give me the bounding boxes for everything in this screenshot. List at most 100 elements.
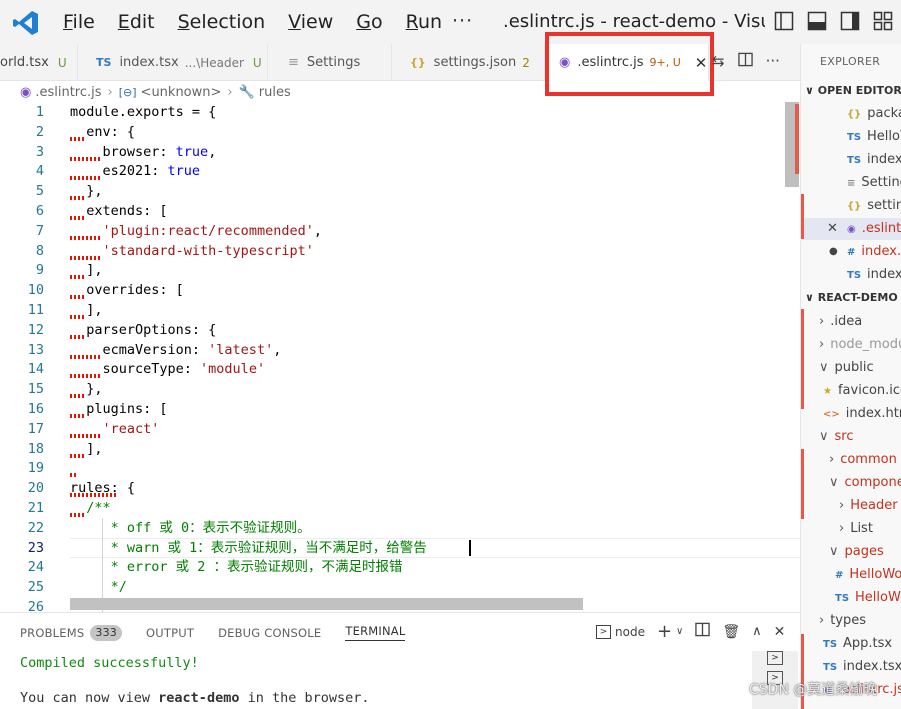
tree-item[interactable]: ∨ pages: [829, 541, 884, 563]
tab-index-tsx[interactable]: TS index.tsx ...\Header U: [78, 44, 268, 81]
settings-file-icon: ≡: [288, 55, 299, 70]
new-terminal-icon[interactable]: +: [657, 621, 672, 642]
breadcrumb-rules[interactable]: rules: [259, 85, 291, 100]
open-editor-item[interactable]: {} package.json: [801, 103, 901, 125]
menu-run[interactable]: Run: [406, 11, 442, 33]
trash-icon[interactable]: 🗑: [722, 624, 740, 640]
chevron-down-icon[interactable]: ∨: [676, 626, 683, 637]
split-editor-icon[interactable]: [737, 52, 753, 71]
more-menu-button[interactable]: ···: [452, 10, 473, 32]
tree-item[interactable]: › node_modules: [819, 334, 901, 356]
vscode-window: File Edit Selection View Go Run ··· .esl…: [0, 0, 901, 709]
tree-item[interactable]: ∨ components: [829, 472, 901, 494]
open-editor-item[interactable]: ≡ Settings: [801, 172, 901, 194]
tab-settings-json[interactable]: {} settings.json 2: [392, 44, 545, 81]
terminal-instance-icon[interactable]: >: [767, 651, 783, 665]
code-line: 5 },: [0, 181, 800, 201]
code-editor[interactable]: 1 module.exports = {2 env: {3 browser: tr…: [0, 102, 800, 612]
split-terminal-icon[interactable]: [695, 622, 711, 641]
error-squiggle: [70, 176, 103, 181]
terminal-shell-label: node: [615, 624, 645, 639]
project-section[interactable]: ∨ REACT-DEMO: [805, 291, 898, 304]
tree-item[interactable]: › List: [839, 518, 873, 540]
file-label: package.json: [867, 106, 901, 121]
line-number: 5: [35, 183, 44, 200]
terminal-text: You can now view: [20, 690, 159, 706]
tab-settings[interactable]: ≡ Settings: [268, 44, 392, 81]
open-editor-item[interactable]: TS HelloWorld.tsx: [801, 126, 901, 148]
error-squiggle: [70, 156, 103, 161]
git-change-bar: [801, 194, 804, 239]
close-panel-icon[interactable]: ✕: [774, 624, 786, 640]
tree-item[interactable]: TS App.tsx: [823, 633, 892, 655]
open-editor-item[interactable]: ● # index.css: [801, 241, 901, 263]
tab-label: OUTPUT: [145, 626, 195, 640]
open-editor-item[interactable]: TS index.tsx: [801, 149, 901, 171]
chevron-down-icon: ∨: [819, 360, 829, 375]
toggle-panel-icon[interactable]: [807, 11, 827, 31]
error-squiggle: [70, 453, 87, 458]
file-label: .idea: [830, 314, 863, 329]
editor-actions: ⇆ ···: [712, 52, 780, 71]
open-editor-item[interactable]: {} settings.json: [801, 195, 901, 217]
menu-edit[interactable]: Edit: [118, 11, 155, 33]
toggle-primary-sidebar-icon[interactable]: [774, 11, 794, 31]
tree-item[interactable]: # HelloWorld.css: [835, 564, 901, 586]
chevron-down-icon: ∨: [829, 544, 839, 559]
git-change-bar: [801, 309, 804, 409]
error-squiggle: [70, 216, 87, 220]
breadcrumb-symbol[interactable]: <unknown>: [141, 85, 222, 100]
tree-item[interactable]: › .idea: [819, 311, 862, 333]
menu-file[interactable]: File: [63, 11, 95, 33]
unsaved-dot-icon[interactable]: ●: [829, 241, 838, 263]
tab-label: TERMINAL: [345, 624, 406, 638]
file-label: src: [834, 429, 854, 444]
tab-label: settings.json: [433, 55, 517, 70]
menu-go[interactable]: Go: [356, 11, 382, 33]
open-editor-item[interactable]: ✕ ◉ .eslintrc.js: [801, 218, 901, 240]
tree-item[interactable]: › Header: [839, 495, 898, 517]
open-editor-item[interactable]: TS index.tsx: [801, 264, 901, 286]
tab-status: 2: [522, 55, 530, 70]
file-label: components: [844, 475, 901, 490]
typescript-icon: TS: [823, 639, 838, 650]
code-text: */: [70, 577, 127, 597]
open-editors-section[interactable]: ∨ OPEN EDITORS: [805, 84, 901, 97]
code-token: */: [70, 579, 127, 596]
tree-item[interactable]: ★ favicon.ico: [823, 380, 901, 402]
file-label: App.tsx: [843, 636, 893, 651]
line-number: 6: [35, 203, 44, 219]
error-squiggle: [70, 334, 87, 339]
close-icon[interactable]: ✕: [827, 218, 838, 240]
tab-helloworld[interactable]: orld.tsx U: [0, 44, 78, 81]
menu-view[interactable]: View: [288, 11, 333, 33]
more-actions-icon[interactable]: ···: [766, 52, 780, 71]
tree-item[interactable]: TS index.tsx: [823, 656, 901, 678]
breadcrumb-file[interactable]: .eslintrc.js: [35, 85, 101, 100]
open-changes-icon[interactable]: ⇆: [712, 52, 725, 71]
terminal-selector[interactable]: > node: [596, 624, 645, 639]
editor-horizontal-scrollbar[interactable]: [70, 598, 583, 610]
maximize-panel-icon[interactable]: ∧: [752, 624, 762, 639]
tree-item[interactable]: <> index.html: [823, 403, 901, 425]
line-number: 7: [35, 222, 44, 239]
customize-layout-icon[interactable]: [873, 11, 893, 31]
tree-item[interactable]: ∨ src: [819, 426, 854, 448]
tab-label: DEBUG CONSOLE: [218, 626, 322, 640]
menu-selection[interactable]: Selection: [178, 11, 266, 33]
line-number: 3: [35, 143, 44, 160]
tab-terminal[interactable]: TERMINAL: [345, 624, 406, 641]
tree-item[interactable]: › types: [819, 610, 866, 632]
tree-item[interactable]: TS HelloWorld.tsx: [835, 587, 901, 609]
code-token: module.exports = {: [70, 104, 217, 120]
tab-debug-console[interactable]: DEBUG CONSOLE: [218, 625, 321, 641]
tab-output[interactable]: OUTPUT: [146, 625, 194, 641]
error-squiggle: [70, 374, 103, 379]
tree-item[interactable]: › common: [829, 449, 897, 471]
tree-item[interactable]: ∨ public: [819, 357, 874, 379]
tab-label: index.tsx: [119, 55, 179, 70]
tab-problems[interactable]: PROBLEMS 333: [20, 625, 122, 641]
panel-tabs: PROBLEMS 333 OUTPUT DEBUG CONSOLE TERMINA…: [20, 624, 429, 641]
toggle-secondary-sidebar-icon[interactable]: [840, 11, 860, 31]
text-cursor: [469, 539, 471, 556]
